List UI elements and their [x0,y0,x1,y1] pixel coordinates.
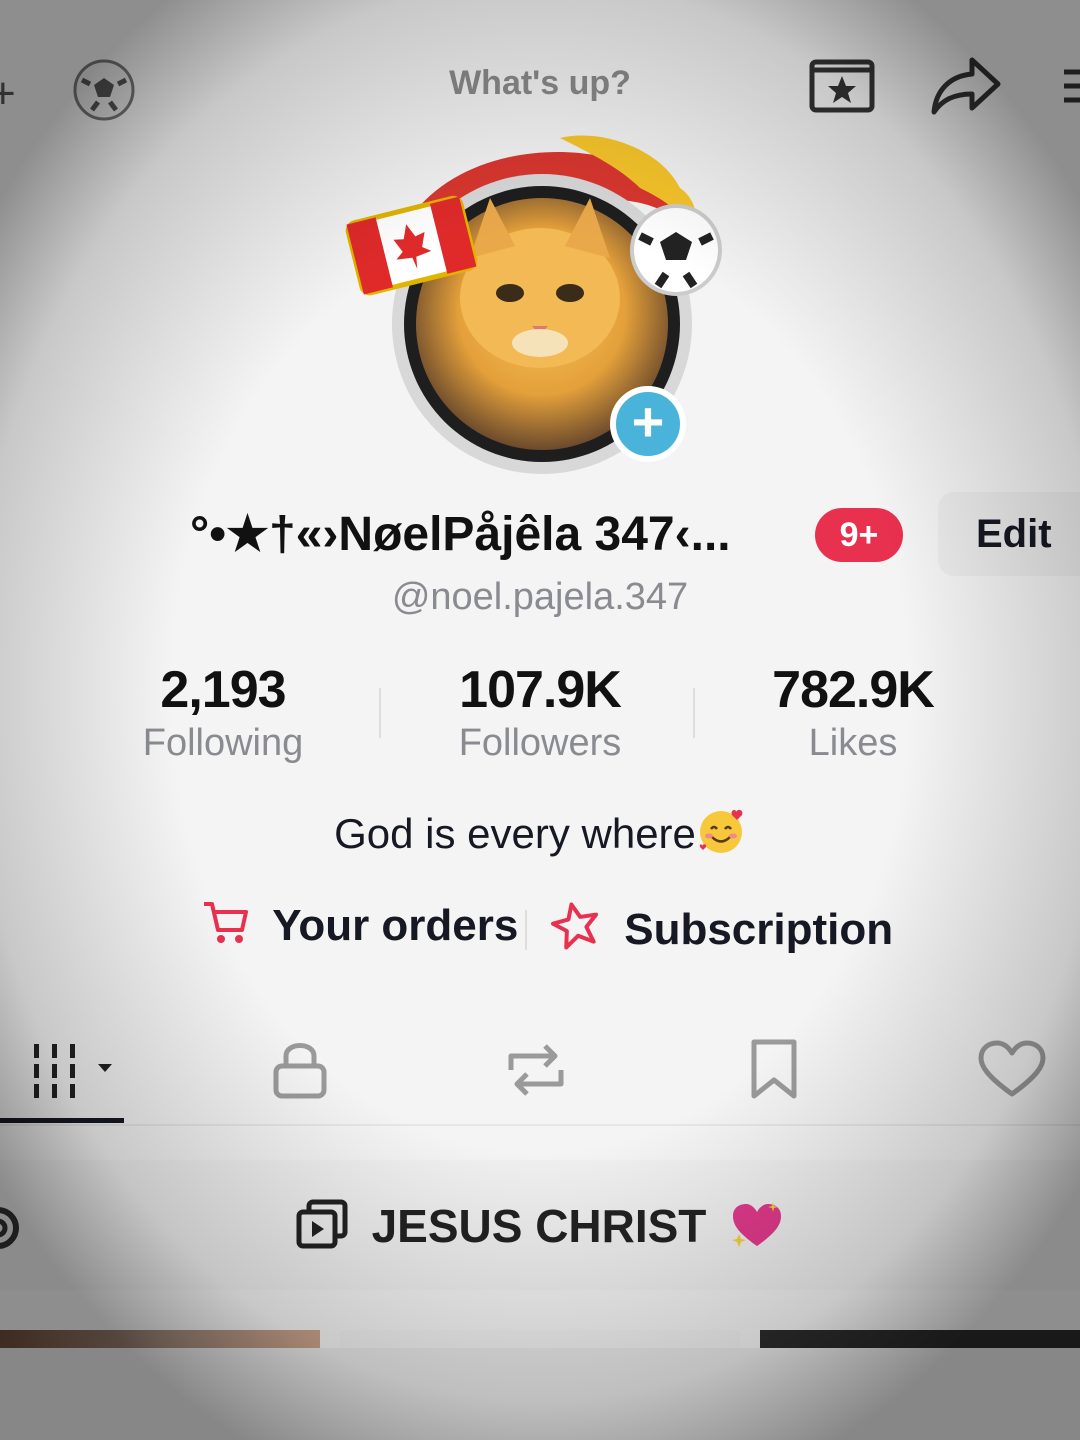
smiling-face-with-hearts-icon [699,809,743,853]
video-thumbnail[interactable] [340,1330,740,1348]
share-icon[interactable] [928,54,1004,118]
star-badge-icon [551,902,599,950]
top-bar: + What's up? [0,40,1080,130]
status-prompt[interactable]: What's up? [0,64,1080,103]
playlist-title: JESUS CHRIST [371,1200,707,1252]
star-calendar-icon[interactable] [808,56,876,114]
divider [379,688,381,738]
subscription-link[interactable]: Subscription [550,900,893,955]
divider [525,910,527,950]
stat-following[interactable]: 2,193 Following [120,660,326,765]
video-grid [0,1348,1080,1440]
playlist-chip[interactable]: JESUS CHRIST [0,1198,1080,1253]
video-thumbnail[interactable] [0,1330,320,1348]
your-orders-label: Your orders [272,901,519,950]
lock-icon [273,1043,327,1099]
tab-private[interactable] [250,1020,350,1120]
notification-badge[interactable]: 9+ [815,508,903,562]
bookmark-icon [751,1039,797,1099]
subscription-label: Subscription [624,905,894,954]
cart-icon [204,902,248,943]
edit-profile-button[interactable]: Edit [938,492,1080,576]
sparkling-heart-icon [732,1202,782,1247]
content-tabs [0,1020,1080,1126]
stat-likes[interactable]: 782.9K Likes [740,660,966,765]
stat-label: Following [142,722,304,764]
stat-label: Followers [458,722,622,764]
repost-icon [508,1044,564,1096]
stat-value: 107.9K [459,661,622,719]
playlist-icon [296,1199,348,1249]
tab-reposts[interactable] [486,1020,586,1120]
stat-value: 2,193 [160,661,286,719]
stat-followers[interactable]: 107.9K Followers [430,660,650,765]
your-orders-link[interactable]: Your orders [202,900,518,951]
tab-favorites[interactable] [724,1020,824,1120]
links-row: Your orders Subscription [0,900,1080,964]
tab-liked[interactable] [962,1020,1062,1120]
stat-label: Likes [808,722,898,764]
username-handle: @noel.pajela.347 [391,576,689,618]
name-row: °•★†«›NøelPåjêla 347‹... 9+ Edit [0,492,1080,576]
menu-icon[interactable] [1058,64,1080,108]
playlist-bar: JESUS CHRIST [0,1160,1080,1290]
tab-videos[interactable] [20,1020,124,1120]
active-tab-indicator [0,1118,124,1123]
heart-icon [978,1040,1046,1097]
stat-value: 782.9K [772,661,935,719]
grid-icon [34,1044,112,1098]
divider [693,688,695,738]
bio-text: God is every where [334,810,696,857]
display-name: °•★†«›NøelPåjêla 347‹... [190,508,731,561]
add-story-button[interactable]: + [610,386,686,462]
video-thumbnails [0,1330,1080,1348]
bio: God is every where [0,806,1080,858]
video-thumbnail[interactable] [760,1330,1080,1348]
